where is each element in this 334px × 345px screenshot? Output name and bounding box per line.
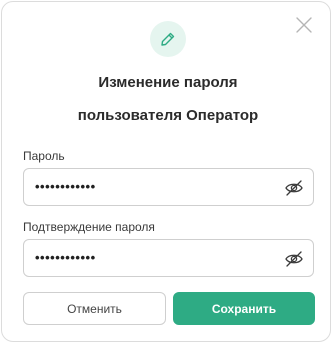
eye-off-icon[interactable] — [284, 178, 304, 198]
pencil-icon — [150, 21, 186, 57]
eye-off-icon[interactable] — [284, 249, 304, 269]
cancel-button[interactable]: Отменить — [23, 292, 166, 325]
confirm-password-field[interactable]: •••••••••••• — [23, 239, 314, 277]
password-label: Пароль — [23, 149, 65, 163]
confirm-password-label: Подтверждение пароля — [23, 220, 155, 234]
close-icon[interactable] — [295, 16, 313, 34]
password-field[interactable]: •••••••••••• — [23, 168, 314, 206]
password-value: •••••••••••• — [35, 179, 96, 194]
save-button[interactable]: Сохранить — [173, 292, 315, 325]
confirm-password-value: •••••••••••• — [35, 250, 96, 265]
dialog-title-line2: пользователя Оператор — [77, 107, 259, 124]
change-password-dialog: Изменение пароля пользователя Оператор П… — [1, 1, 331, 342]
dialog-title-line1: Изменение пароля — [98, 74, 238, 91]
